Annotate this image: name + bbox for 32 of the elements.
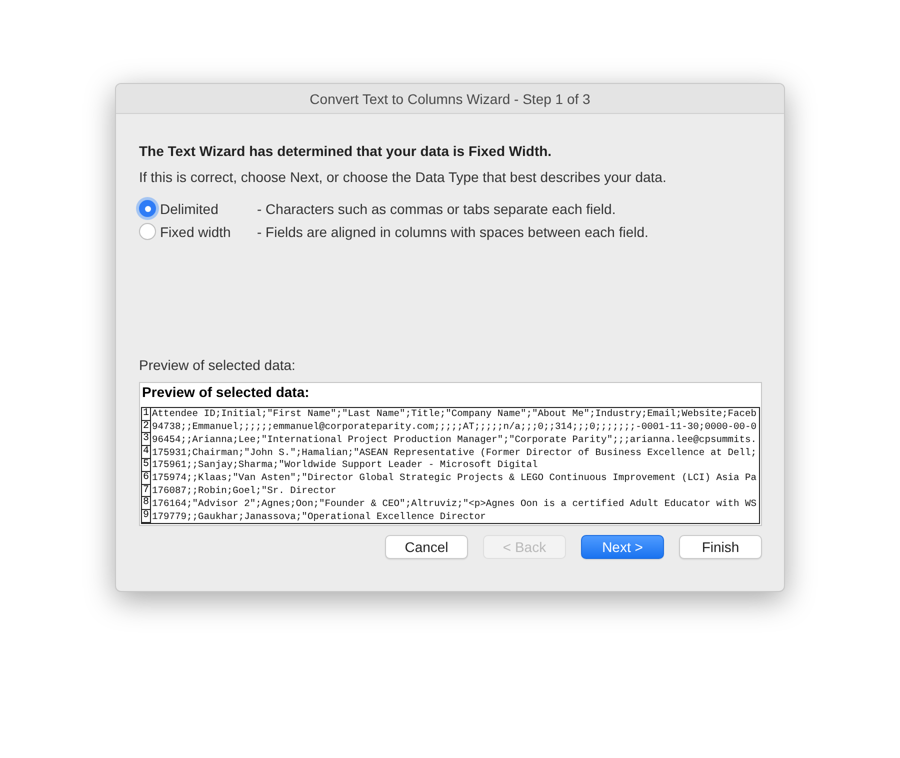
data-line: 94738;;Emmanuel;;;;;;emmanuel@corporateparity.com;;;;;AT;;;;;n/a;;;0;;314;;;0;;;;;;;-0001-11-30;0000-00-0 <box>151 421 757 434</box>
instruction-text: If this is correct, choose Next, or choose the Data Type that best describes your data. <box>139 169 668 185</box>
option-description: - Fields are aligned in columns with spaces between each field. <box>257 224 648 240</box>
data-line: 176164;"Advisor 2";Agnes;Oon;"Founder & CEO";Altruviz;"<p>Agnes Oon is a certified Adult Educator with WS <box>151 498 757 510</box>
option-label[interactable]: Fixed width <box>160 224 257 240</box>
data-line: 175961;;Sanjay;Sharma;"Worldwide Support Leader - Microsoft Digital <box>151 459 538 472</box>
data-line: 175931;Chairman;"John S.";Hamalian;"ASEAN Representative (Former Director of Business Excellence at Dell; <box>151 446 757 459</box>
data-line: 179779;;Gaukhar;Janassova;"Operational Excellence Director <box>151 510 486 523</box>
row-number: 2 <box>142 420 151 434</box>
row-number: 7 <box>142 484 151 498</box>
radio-button[interactable] <box>139 223 156 240</box>
data-line: 175974;;Klaas;"Van Asten";"Director Global Strategic Projects & LEGO Continuous Improvement (LCI) Asia Pa <box>151 472 757 484</box>
data-line: 96454;;Arianna;Lee;"International Project Production Manager";"Corporate Parity";;;arianna.lee@cpsummits. <box>151 434 757 446</box>
row-number: 1 <box>142 408 151 421</box>
row-number: 9 <box>142 510 151 523</box>
option-label[interactable]: Delimited <box>160 200 257 216</box>
row-number: 5 <box>142 459 151 472</box>
radio-button[interactable] <box>139 200 156 217</box>
row-number: 3 <box>142 433 151 446</box>
row-number: 6 <box>142 472 151 485</box>
window-title: Convert Text to Columns Wizard - Step 1 of 3 <box>310 90 590 106</box>
data-line: Attendee ID;Initial;"First Name";"Last Name";Title;"Company Name";"About Me";Industry;Email;Website;Faceb <box>151 408 757 420</box>
wizard-button[interactable]: Cancel <box>385 535 468 559</box>
option-description: - Characters such as commas or tabs separate each field. <box>257 200 616 216</box>
wizard-button[interactable]: Finish <box>679 535 762 559</box>
wizard-heading: The Text Wizard has determined that your data is Fixed Width. <box>139 143 553 159</box>
preview-label: Preview of selected data: <box>139 357 296 373</box>
row-number: 4 <box>142 446 151 460</box>
row-number: 8 <box>142 497 151 510</box>
data-line: 176087;;Robin;Goel;"Sr. Director <box>151 485 336 497</box>
wizard-button[interactable]: Next > <box>581 535 664 559</box>
preview-title: Preview of selected data: <box>141 384 310 402</box>
